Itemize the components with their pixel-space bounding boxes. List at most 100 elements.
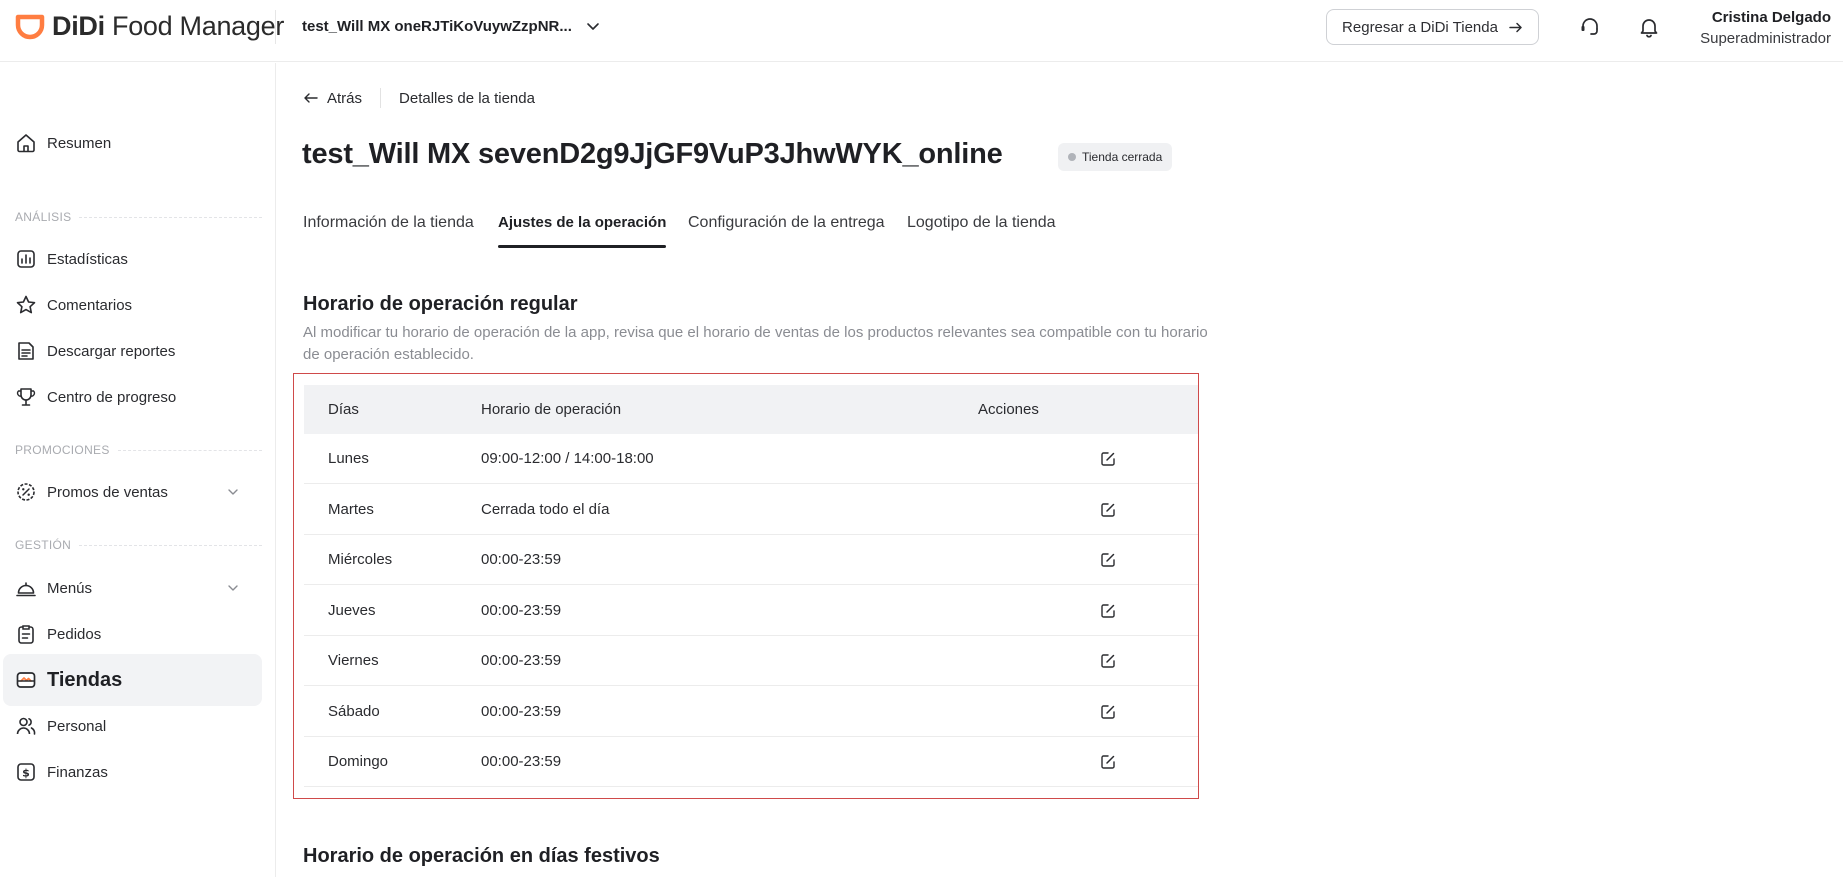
star-icon <box>16 295 36 314</box>
report-icon <box>18 342 34 360</box>
sidebar-item-comentarios[interactable]: Comentarios <box>3 279 262 331</box>
back-link[interactable]: Atrás <box>303 90 362 107</box>
chevron-down-icon <box>228 489 238 495</box>
sidebar-item-label: Comentarios <box>47 296 133 314</box>
trophy-icon <box>16 388 36 406</box>
money-icon: $ <box>17 763 35 781</box>
sidebar-item-label: Descargar reportes <box>47 342 176 360</box>
store-selector[interactable]: test_Will MX oneRJTiKoVuywZzpNR... <box>302 15 600 37</box>
edit-icon[interactable] <box>1099 501 1117 519</box>
column-header-dias: Días <box>328 401 359 418</box>
home-icon <box>17 134 35 153</box>
cloche-icon <box>16 582 36 597</box>
tab-informacion-de-la-tienda[interactable]: Información de la tienda <box>303 214 474 248</box>
sidebar-item-personal[interactable]: Personal <box>3 700 262 752</box>
section-title-regular: Horario de operación regular <box>303 293 578 315</box>
hours-cell: 00:00-23:59 <box>481 702 562 720</box>
table-header: Días Horario de operación Acciones <box>304 385 1198 434</box>
sidebar-item-label: Finanzas <box>47 763 108 781</box>
back-to-store-button[interactable]: Regresar a DiDi Tienda <box>1326 9 1539 45</box>
day-cell: Lunes <box>328 450 369 467</box>
breadcrumb-current: Detalles de la tienda <box>399 89 535 107</box>
back-to-store-label: Regresar a DiDi Tienda <box>1342 18 1498 36</box>
sidebar-item-estadisticas[interactable]: Estadísticas <box>3 233 262 285</box>
sidebar-item-promos-de-ventas[interactable]: Promos de ventas <box>3 466 262 518</box>
column-header-acciones: Acciones <box>978 401 1039 418</box>
status-badge: Tienda cerrada <box>1058 143 1173 171</box>
user-name: Cristina Delgado <box>1711 9 1831 26</box>
store-selector-label: test_Will MX oneRJTiKoVuywZzpNR... <box>302 17 572 35</box>
day-cell: Sábado <box>328 702 380 720</box>
page-title: test_Will MX sevenD2g9JjGF9VuP3JhwWYK_on… <box>302 138 1003 170</box>
arrow-right-icon <box>1509 22 1522 32</box>
sidebar-item-centro-de-progreso[interactable]: Centro de progreso <box>3 371 262 423</box>
day-cell: Domingo <box>328 753 389 770</box>
sidebar: Resumen ANÁLISIS Estadísticas Comentario… <box>0 63 276 877</box>
schedule-table: Días Horario de operación Acciones Lunes… <box>293 373 1199 799</box>
svg-text:$: $ <box>22 767 30 780</box>
hours-cell: 00:00-23:59 <box>481 551 562 568</box>
breadcrumb-divider <box>380 88 382 108</box>
clipboard-icon <box>18 625 34 644</box>
status-dot <box>1068 153 1076 161</box>
hours-cell: Cerrada todo el día <box>481 500 610 518</box>
people-icon <box>16 717 36 735</box>
sidebar-item-pedidos[interactable]: Pedidos <box>3 608 262 660</box>
day-cell: Martes <box>328 500 374 518</box>
table-row: Jueves 00:00-23:59 <box>304 586 1198 636</box>
table-row: Miércoles 00:00-23:59 <box>304 535 1198 585</box>
store-icon <box>16 672 36 688</box>
sidebar-item-finanzas[interactable]: $ Finanzas <box>3 746 262 798</box>
column-header-horario: Horario de operación <box>481 401 622 418</box>
day-cell: Miércoles <box>328 551 393 568</box>
sidebar-item-label: Estadísticas <box>47 250 128 268</box>
sidebar-item-resumen[interactable]: Resumen <box>3 117 262 169</box>
sidebar-item-label: Pedidos <box>47 625 102 643</box>
user-info[interactable]: Cristina Delgado Superadministrador <box>1700 8 1831 50</box>
arrow-left-icon <box>304 93 318 103</box>
edit-icon[interactable] <box>1099 450 1117 468</box>
app-logo[interactable]: DiDi Food Manager <box>15 11 284 41</box>
promo-icon <box>17 483 35 501</box>
table-row: Viernes 00:00-23:59 <box>304 636 1198 686</box>
didi-logo-icon <box>15 14 45 40</box>
edit-icon[interactable] <box>1099 703 1117 721</box>
sidebar-item-tiendas[interactable]: Tiendas <box>3 654 262 706</box>
edit-icon[interactable] <box>1099 551 1117 569</box>
back-link-label: Atrás <box>327 89 363 107</box>
status-label: Tienda cerrada <box>1082 150 1163 164</box>
tab-configuracion-de-la-entrega[interactable]: Configuración de la entrega <box>688 214 885 248</box>
section-label-promociones: PROMOCIONES <box>15 443 262 457</box>
chart-icon <box>17 250 35 268</box>
app-name: DiDi Food Manager <box>52 10 285 41</box>
edit-icon[interactable] <box>1099 602 1117 620</box>
table-row: Lunes 09:00-12:00 / 14:00-18:00 <box>304 434 1198 484</box>
hours-cell: 09:00-12:00 / 14:00-18:00 <box>481 450 654 467</box>
hours-cell: 00:00-23:59 <box>481 652 562 669</box>
tab-logotipo-de-la-tienda[interactable]: Logotipo de la tienda <box>907 214 1056 248</box>
table-row: Sábado 00:00-23:59 <box>304 687 1198 737</box>
user-role: Superadministrador <box>1700 30 1831 47</box>
sidebar-item-label: Tiendas <box>47 668 123 691</box>
section-label-analisis: ANÁLISIS <box>15 210 262 224</box>
table-row: Martes Cerrada todo el día <box>304 485 1198 535</box>
sidebar-item-label: Resumen <box>47 134 112 152</box>
sidebar-item-label: Centro de progreso <box>47 388 177 406</box>
support-headset-icon[interactable] <box>1578 15 1602 39</box>
edit-icon[interactable] <box>1099 652 1117 670</box>
divider <box>275 10 276 44</box>
tab-ajustes-de-la-operacion[interactable]: Ajustes de la operación <box>498 214 667 248</box>
notification-bell-icon[interactable] <box>1637 15 1661 39</box>
chevron-down-icon <box>587 23 599 30</box>
chevron-down-icon <box>228 585 238 591</box>
day-cell: Jueves <box>328 601 376 619</box>
edit-icon[interactable] <box>1099 753 1117 771</box>
sidebar-item-descargar-reportes[interactable]: Descargar reportes <box>3 325 262 377</box>
sidebar-item-label: Personal <box>47 717 107 735</box>
hours-cell: 00:00-23:59 <box>481 753 562 770</box>
breadcrumb: Atrás Detalles de la tienda <box>303 88 535 108</box>
top-bar: DiDi Food Manager test_Will MX oneRJTiKo… <box>0 0 1843 62</box>
day-cell: Viernes <box>328 652 379 669</box>
section-description: Al modificar tu horario de operación de … <box>303 324 1208 363</box>
sidebar-item-menus[interactable]: Menús <box>3 562 262 614</box>
